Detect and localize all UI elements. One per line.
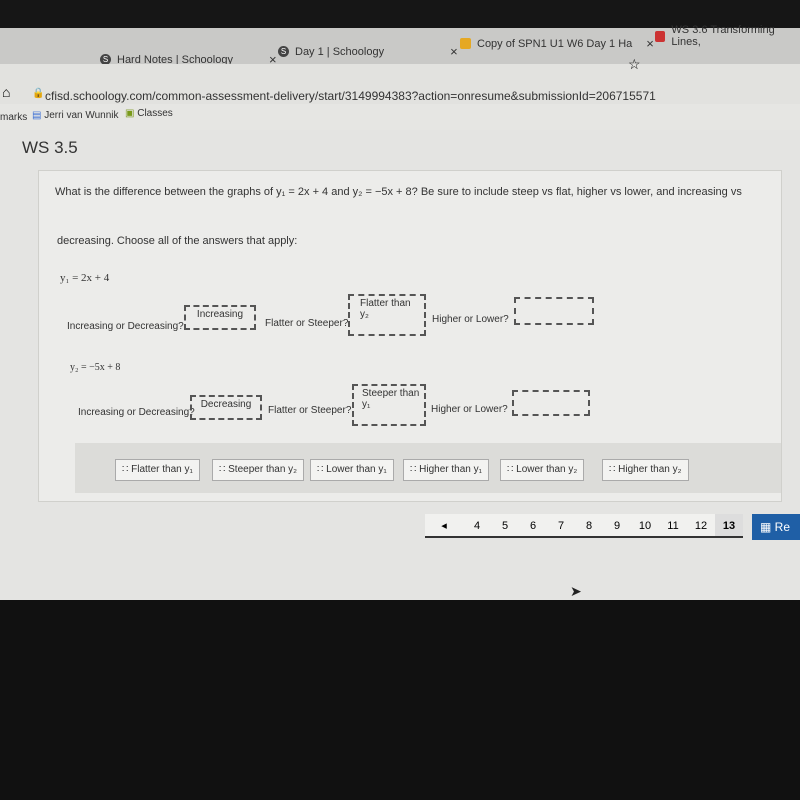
tab-label: Copy of SPN1 U1 W6 Day 1 Ha — [477, 37, 633, 50]
classroom-icon: ▣ — [125, 108, 135, 119]
label-inc-dec: Increasing or Decreasing? — [67, 321, 184, 332]
doc-icon — [655, 30, 666, 42]
answer-chip[interactable]: ∷ Lower than y₂ — [500, 459, 585, 481]
close-icon[interactable]: × — [646, 36, 654, 51]
question-text-2: decreasing. Choose all of the answers th… — [57, 235, 298, 247]
answer-chip[interactable]: ∷ Steeper than y₂ — [212, 459, 305, 481]
schoology-icon: S — [278, 46, 289, 57]
page-button[interactable]: 6 — [519, 514, 547, 538]
bookmark-label: Classes — [137, 108, 173, 119]
dropzone-y1-flat[interactable]: Flatter than y₂ — [348, 294, 426, 336]
chip-label: Higher than y₁ — [419, 464, 482, 475]
doc-icon: ▤ — [32, 110, 42, 121]
url-field[interactable]: cfisd.schoology.com/common-assessment-de… — [45, 89, 656, 103]
page-button[interactable]: 4 — [463, 514, 491, 538]
chip-label: Lower than y₂ — [516, 464, 578, 475]
star-icon[interactable]: ☆ — [628, 56, 641, 73]
page-button[interactable]: 7 — [547, 514, 575, 538]
drag-handle-icon: ∷ — [219, 464, 229, 475]
dropzone-y2-flat[interactable]: Steeper than y₁ — [352, 384, 426, 426]
tab-ws36[interactable]: WS 3.6 Transforming Lines, — [655, 24, 800, 48]
lock-icon: 🔒 — [32, 88, 45, 99]
answer-chip[interactable]: ∷ Higher than y₁ — [403, 459, 489, 481]
drag-handle-icon: ∷ — [507, 464, 517, 475]
mouse-cursor-icon: ➤ — [570, 583, 582, 599]
page-button[interactable]: 12 — [687, 514, 715, 538]
page-title: WS 3.5 — [22, 138, 78, 157]
equation-y1: y₁ = 2x + 4 — [60, 272, 110, 284]
calendar-icon: ▦ — [760, 520, 775, 534]
bookmark-jerri[interactable]: ▤ Jerri van Wunnik — [32, 110, 119, 121]
answer-chip[interactable]: ∷ Higher than y₂ — [602, 459, 689, 481]
tab-label: Day 1 | Schoology — [295, 45, 385, 58]
review-button[interactable]: ▦ Re — [752, 514, 800, 540]
label-flat-steep: Flatter or Steeper? — [268, 405, 352, 416]
drag-handle-icon: ∷ — [410, 464, 420, 475]
bookmarks-bar: marks ▤ Jerri van Wunnik ▣ Classes — [0, 104, 800, 130]
answer-chip[interactable]: ∷ Lower than y₁ — [310, 459, 394, 481]
bookmark-label: Jerri van Wunnik — [44, 110, 119, 121]
chip-label: Higher than y₂ — [618, 464, 682, 475]
bookmark-item[interactable]: marks — [0, 112, 27, 123]
answer-chip[interactable]: ∷ Flatter than y₁ — [115, 459, 200, 481]
question-text: What is the difference between the graph… — [55, 186, 742, 198]
chip-label: Steeper than y₂ — [228, 464, 298, 475]
tab-day1[interactable]: S Day 1 | Schoology × — [278, 44, 458, 59]
bookmark-classes[interactable]: ▣ Classes — [125, 108, 173, 119]
drag-handle-icon: ∷ — [317, 464, 327, 475]
label-flat-steep: Flatter or Steeper? — [265, 318, 349, 329]
dropzone-y1-high[interactable] — [514, 297, 594, 325]
page-button[interactable]: 10 — [631, 514, 659, 538]
tab-copy-spn1[interactable]: Copy of SPN1 U1 W6 Day 1 Ha × — [460, 36, 654, 51]
page-button-current[interactable]: 13 — [715, 514, 743, 538]
page-button[interactable]: 8 — [575, 514, 603, 538]
review-label: Re — [774, 520, 791, 534]
chip-label: Flatter than y₁ — [131, 464, 193, 475]
chip-label: Lower than y₁ — [326, 464, 387, 475]
close-icon[interactable]: × — [450, 44, 458, 59]
page-button[interactable]: 9 — [603, 514, 631, 538]
label-high-low: Higher or Lower? — [431, 404, 508, 415]
dropzone-y2-inc[interactable]: Decreasing — [190, 395, 262, 420]
slides-icon — [460, 38, 471, 49]
drag-handle-icon: ∷ — [609, 464, 619, 475]
dropzone-y2-high[interactable] — [512, 390, 590, 416]
tab-label: WS 3.6 Transforming Lines, — [671, 24, 775, 48]
label-inc-dec: Increasing or Decreasing? — [78, 407, 195, 418]
prev-page-button[interactable]: ◂ — [425, 514, 463, 538]
dropzone-y1-inc[interactable]: Increasing — [184, 305, 256, 330]
home-icon[interactable]: ⌂ — [2, 84, 10, 100]
pagination: ◂ 4 5 6 7 8 9 10 11 12 13 — [425, 514, 743, 538]
label-high-low: Higher or Lower? — [432, 314, 509, 325]
drag-handle-icon: ∷ — [122, 464, 132, 475]
equation-y2: y₂ = −5x + 8 — [70, 362, 121, 373]
page-button[interactable]: 11 — [659, 514, 687, 538]
page-button[interactable]: 5 — [491, 514, 519, 538]
